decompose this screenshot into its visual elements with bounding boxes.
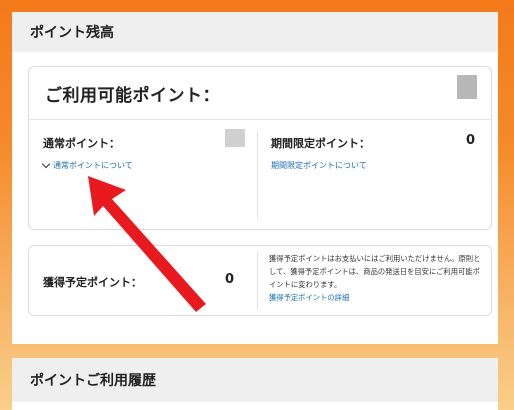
limited-points-link[interactable]: 期間限定ポイントについて (271, 160, 367, 171)
redaction-block (457, 75, 477, 99)
point-balance-panel: ポイント残高 ご利用可能ポイント： 0 通常ポイント： 通常ポイントについて 期… (12, 12, 498, 344)
scheduled-points-card: 獲得予定ポイント： 0 獲得予定ポイントはお支払いにはご利用いただけません。原則… (28, 245, 492, 316)
scheduled-points-note: 獲得予定ポイントはお支払いにはご利用いただけません。原則として、獲得予定ポイント… (269, 252, 487, 304)
limited-points-label: 期間限定ポイント： (271, 137, 370, 150)
column-divider (257, 131, 258, 219)
limited-points-value: 0 (465, 133, 475, 148)
scheduled-points-value: 0 (225, 272, 235, 287)
chevron-down-icon (41, 159, 51, 169)
scheduled-points-note-text: 獲得予定ポイントはお支払いにはご利用いただけません。原則として、獲得予定ポイント… (269, 254, 481, 289)
normal-points-link[interactable]: 通常ポイントについて (41, 159, 133, 171)
column-divider (257, 252, 258, 310)
available-points-title: ご利用可能ポイント： (45, 86, 220, 106)
point-history-header: ポイントご利用履歴 (12, 358, 498, 402)
normal-points-link-text[interactable]: 通常ポイントについて (53, 160, 133, 171)
point-history-panel: ポイントご利用履歴 (12, 358, 498, 410)
normal-points-label: 通常ポイント： (43, 137, 120, 150)
scheduled-points-label: 獲得予定ポイント： (43, 276, 142, 289)
scheduled-points-link[interactable]: 獲得予定ポイントの詳細 (269, 293, 349, 302)
point-balance-header: ポイント残高 (12, 12, 498, 52)
available-points-card: ご利用可能ポイント： 0 通常ポイント： 通常ポイントについて 期間限定ポイント… (28, 66, 492, 230)
redaction-block (225, 129, 245, 147)
card-divider (29, 119, 491, 120)
